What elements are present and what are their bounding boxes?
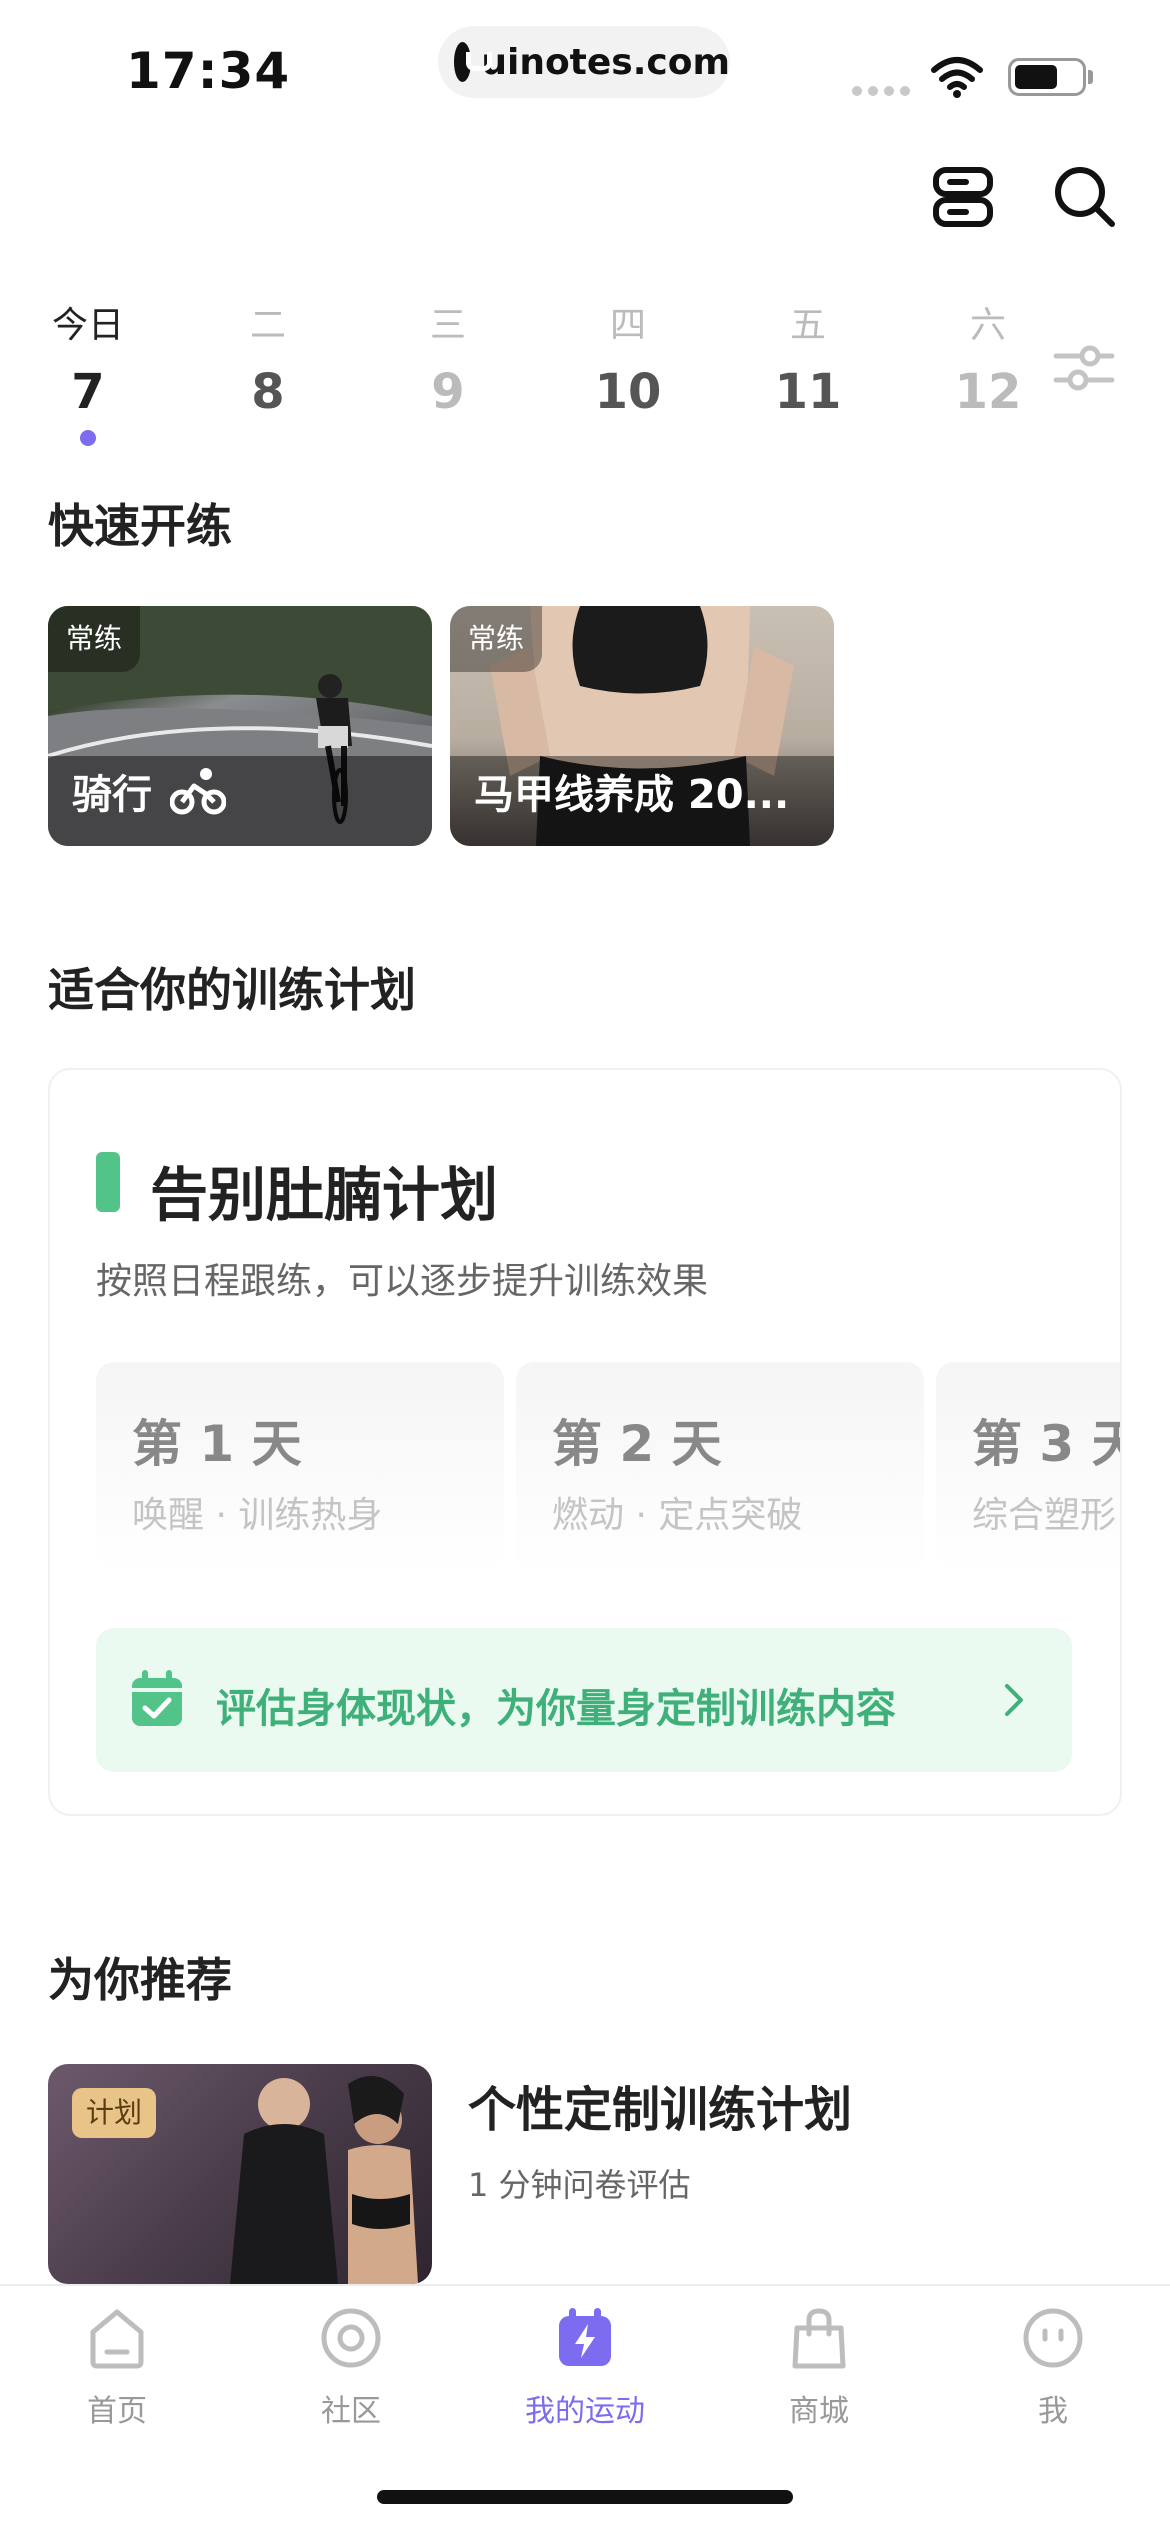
- cycling-icon: [170, 768, 226, 815]
- search-icon[interactable]: [1050, 162, 1120, 232]
- day-label: 今日: [51, 305, 124, 346]
- quick-card-abs[interactable]: 常练 马甲线养成 20...: [450, 606, 834, 846]
- tab-label: 我的运动: [525, 2394, 645, 2429]
- tab-label: 社区: [321, 2394, 381, 2429]
- day-label: 三: [429, 305, 466, 346]
- url-pill[interactable]: uinotes.com: [438, 26, 730, 98]
- day-number: 8: [251, 364, 285, 420]
- assessment-text: 评估身体现状，为你量身定制训练内容: [216, 1686, 896, 1732]
- recommend-image[interactable]: 计划: [48, 2064, 432, 2284]
- quick-card-label: 骑行: [72, 772, 152, 818]
- day-number: 10: [594, 364, 662, 420]
- tab-home[interactable]: 首页: [0, 2286, 234, 2456]
- battery-icon: [1008, 58, 1086, 96]
- url-text: uinotes.com: [481, 41, 730, 83]
- today-dot: [80, 430, 96, 446]
- server-icon[interactable]: [928, 162, 998, 232]
- cellular-signal-icon: [852, 86, 910, 96]
- tab-my-workout[interactable]: 我的运动: [468, 2286, 702, 2456]
- day-label: 六: [969, 305, 1006, 346]
- recommend-title: 为你推荐: [48, 1953, 232, 2007]
- plan-day-title: 第 1 天: [132, 1415, 302, 1473]
- site-logo-icon: [454, 42, 493, 82]
- tab-community[interactable]: 社区: [234, 2286, 468, 2456]
- calendar-check-icon: [132, 1670, 182, 1726]
- plan-day-sub: 唤醒 · 训练热身: [132, 1495, 383, 1536]
- day-number: 11: [774, 364, 842, 420]
- day-label: 五: [789, 305, 826, 346]
- shopping-bag-icon: [792, 2308, 846, 2369]
- quick-card-label: 马甲线养成 20...: [474, 772, 790, 818]
- profile-face-icon: [1023, 2308, 1083, 2368]
- status-time: 17:34: [126, 42, 291, 100]
- tab-label: 商城: [789, 2394, 849, 2429]
- assessment-banner[interactable]: 评估身体现状，为你量身定制训练内容: [96, 1628, 1072, 1772]
- workout-bolt-icon: [559, 2308, 611, 2366]
- week-strip: 今日 7 二 8 三 9 四 10 五 11 六 12: [28, 302, 1028, 452]
- plan-subtitle: 按照日程跟练，可以逐步提升训练效果: [96, 1261, 709, 1302]
- day-item[interactable]: 今日 7: [28, 302, 148, 446]
- day-item[interactable]: 五 11: [748, 302, 868, 420]
- day-number: 9: [431, 364, 465, 420]
- plan-day-card[interactable]: 第 1 天 唤醒 · 训练热身: [96, 1362, 504, 1572]
- quick-card-label-row: 骑行: [72, 762, 226, 820]
- day-number: 7: [71, 364, 105, 420]
- plan-day-card[interactable]: 第 2 天 燃动 · 定点突破: [516, 1362, 924, 1572]
- filter-settings-icon[interactable]: [1052, 336, 1116, 400]
- home-indicator: [377, 2490, 793, 2504]
- quick-card-tag: 常练: [450, 606, 543, 672]
- plan-card[interactable]: 告别肚腩计划 按照日程跟练，可以逐步提升训练效果 第 1 天 唤醒 · 训练热身…: [48, 1068, 1122, 1816]
- recommend-item-title[interactable]: 个性定制训练计划: [468, 2070, 852, 2140]
- tab-me[interactable]: 我: [936, 2286, 1170, 2456]
- plan-day-sub: 综合塑形: [972, 1495, 1117, 1536]
- plan-day-title: 第 2 天: [552, 1415, 722, 1473]
- plan-title: 告别肚腩计划: [150, 1161, 499, 1229]
- tab-mall[interactable]: 商城: [702, 2286, 936, 2456]
- recommend-item-sub: 1 分钟问卷评估: [468, 2166, 691, 2204]
- quick-card-tag: 常练: [48, 606, 141, 672]
- day-item[interactable]: 四 10: [568, 302, 688, 420]
- plan-day-title: 第 3 天: [972, 1415, 1120, 1473]
- quick-start-title: 快速开练: [48, 499, 232, 553]
- day-item[interactable]: 二8: [208, 302, 328, 420]
- day-item[interactable]: 三9: [388, 302, 508, 420]
- chevron-right-icon: [1005, 1684, 1023, 1716]
- quick-card-cycling[interactable]: 常练 骑行: [48, 606, 432, 846]
- plan-section-title: 适合你的训练计划: [48, 963, 416, 1017]
- tab-label: 我: [1038, 2394, 1068, 2429]
- wifi-icon: [931, 57, 983, 98]
- battery-cap: [1088, 70, 1093, 84]
- plan-day-sub: 燃动 · 定点突破: [552, 1495, 803, 1536]
- day-number: 12: [954, 364, 1022, 420]
- plan-accent-bar: [96, 1152, 120, 1212]
- tab-label: 首页: [87, 2394, 147, 2429]
- day-label: 二: [249, 305, 286, 346]
- plan-day-card[interactable]: 第 3 天 综合塑形: [936, 1362, 1120, 1572]
- day-item[interactable]: 六 12: [928, 302, 1048, 420]
- recommend-tag: 计划: [72, 2088, 157, 2138]
- day-label: 四: [609, 305, 646, 346]
- home-icon: [90, 2309, 144, 2369]
- community-icon: [321, 2308, 381, 2368]
